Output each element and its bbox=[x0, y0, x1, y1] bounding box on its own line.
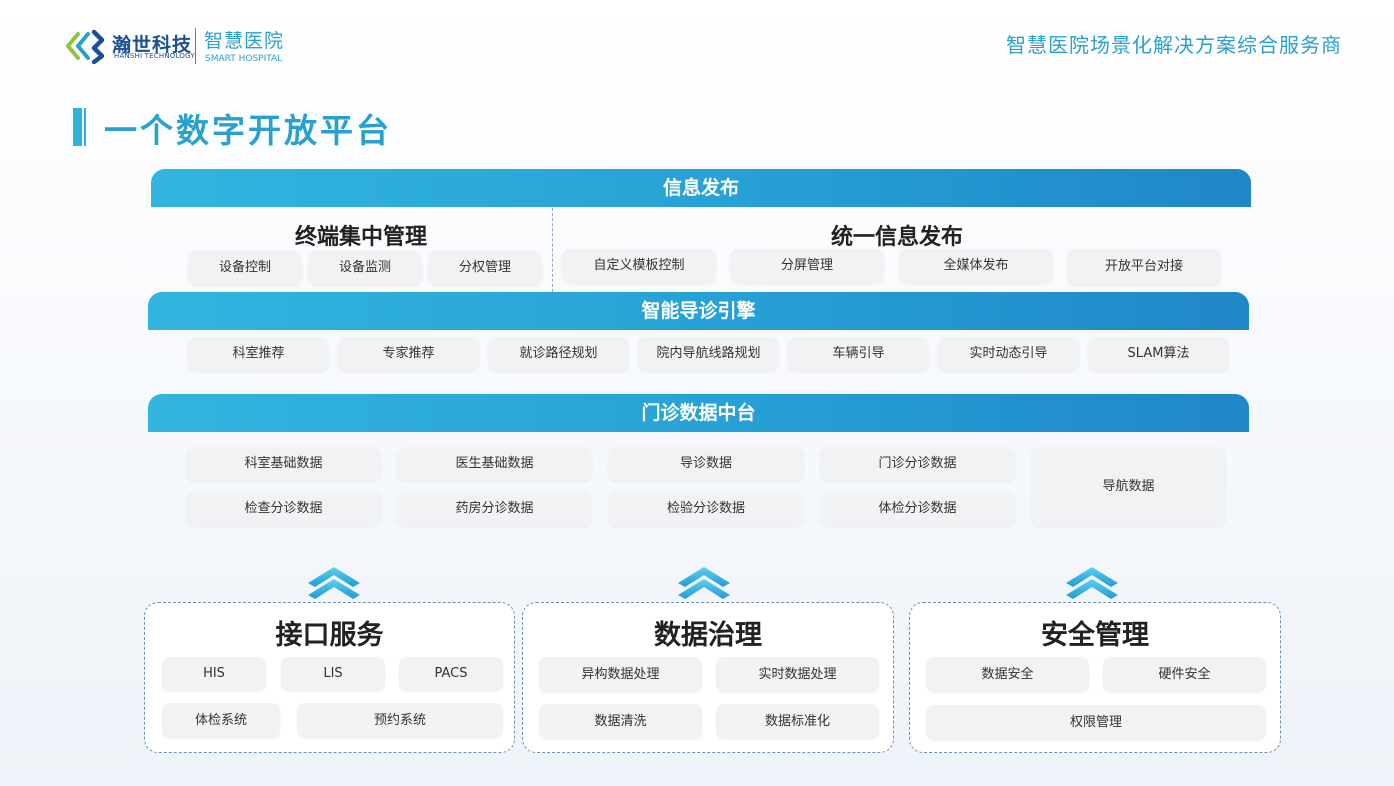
double-chevron-up-icon bbox=[678, 567, 730, 599]
pill-hardware-security: 硬件安全 bbox=[1103, 657, 1266, 692]
pill-data-cleaning: 数据清洗 bbox=[539, 704, 702, 739]
panel-data-governance: 数据治理 异构数据处理 实时数据处理 数据清洗 数据标准化 bbox=[522, 602, 894, 753]
pill-doctor-data: 医生基础数据 bbox=[397, 447, 592, 481]
pill-physical-exam-triage-data: 体检分诊数据 bbox=[820, 492, 1015, 526]
pill-device-monitoring: 设备监测 bbox=[308, 251, 422, 285]
slide: 瀚世科技 HANSHI TECHNOLOGY 智慧医院 SMART HOSPIT… bbox=[0, 0, 1394, 786]
pill-his: HIS bbox=[162, 657, 266, 691]
pill-data-security: 数据安全 bbox=[926, 657, 1089, 692]
hanshi-logo-icon bbox=[66, 29, 105, 64]
pill-lis: LIS bbox=[281, 657, 385, 691]
title-accent-bar bbox=[73, 108, 82, 146]
section-divider bbox=[552, 208, 553, 292]
pill-expert-recommend: 专家推荐 bbox=[338, 337, 479, 371]
terminal-management-title: 终端集中管理 bbox=[294, 225, 427, 250]
pill-navigation-data: 导航数据 bbox=[1031, 447, 1226, 526]
pill-permission-management: 分权管理 bbox=[428, 251, 542, 285]
pill-pacs: PACS bbox=[399, 657, 503, 691]
pill-realtime-data: 实时数据处理 bbox=[716, 657, 879, 692]
double-chevron-up-icon bbox=[1066, 567, 1118, 599]
panel-interface-services: 接口服务 HIS LIS PACS 体检系统 预约系统 bbox=[144, 602, 515, 753]
pill-realtime-guidance: 实时动态引导 bbox=[938, 337, 1079, 371]
pill-visit-path: 就诊路径规划 bbox=[488, 337, 629, 371]
pill-heterogeneous-data: 异构数据处理 bbox=[539, 657, 702, 692]
pill-split-screen: 分屏管理 bbox=[730, 249, 884, 283]
pill-department-recommend: 科室推荐 bbox=[188, 337, 329, 371]
pill-physical-exam-system: 体检系统 bbox=[162, 703, 280, 738]
pill-custom-template: 自定义模板控制 bbox=[562, 249, 716, 283]
double-chevron-up-icon bbox=[308, 567, 360, 599]
pill-slam-algorithm: SLAM算法 bbox=[1088, 337, 1229, 371]
pill-indoor-navigation: 院内导航线路规划 bbox=[638, 337, 779, 371]
logo-product-name: 智慧医院 bbox=[204, 30, 285, 52]
panel-security-management: 安全管理 数据安全 硬件安全 权限管理 bbox=[909, 602, 1281, 753]
logo-company-english: HANSHI TECHNOLOGY bbox=[114, 52, 195, 60]
band-outpatient-data: 门诊数据中台 bbox=[148, 394, 1249, 432]
pill-guidance-data: 导诊数据 bbox=[608, 447, 804, 481]
pill-lab-triage-data: 检验分诊数据 bbox=[608, 492, 804, 526]
pill-department-data: 科室基础数据 bbox=[186, 447, 381, 481]
pill-appointment-system: 预约系统 bbox=[297, 703, 503, 738]
pill-exam-triage-data: 检查分诊数据 bbox=[186, 492, 381, 526]
pill-open-platform: 开放平台对接 bbox=[1067, 249, 1221, 285]
pill-data-standardization: 数据标准化 bbox=[716, 704, 879, 739]
pill-omni-media: 全媒体发布 bbox=[899, 249, 1053, 283]
band-info-release: 信息发布 bbox=[151, 169, 1251, 207]
pill-vehicle-guidance: 车辆引导 bbox=[788, 337, 929, 371]
logo-product-english: SMART HOSPITAL bbox=[205, 54, 283, 64]
header-slogan: 智慧医院场景化解决方案综合服务商 bbox=[1006, 33, 1342, 57]
title-accent-line bbox=[84, 108, 86, 146]
band-guidance-engine: 智能导诊引擎 bbox=[148, 292, 1249, 330]
pill-pharmacy-triage-data: 药房分诊数据 bbox=[397, 492, 592, 526]
pill-device-control: 设备控制 bbox=[188, 251, 302, 285]
pill-access-management: 权限管理 bbox=[926, 705, 1266, 740]
panel-governance-title: 数据治理 bbox=[654, 620, 762, 651]
logo-divider bbox=[195, 28, 196, 64]
pill-outpatient-triage-data: 门诊分诊数据 bbox=[820, 447, 1015, 481]
panel-security-title: 安全管理 bbox=[1041, 620, 1149, 651]
page-title: 一个数字开放平台 bbox=[104, 111, 392, 150]
unified-release-title: 统一信息发布 bbox=[830, 225, 963, 250]
panel-interface-title: 接口服务 bbox=[275, 620, 384, 651]
